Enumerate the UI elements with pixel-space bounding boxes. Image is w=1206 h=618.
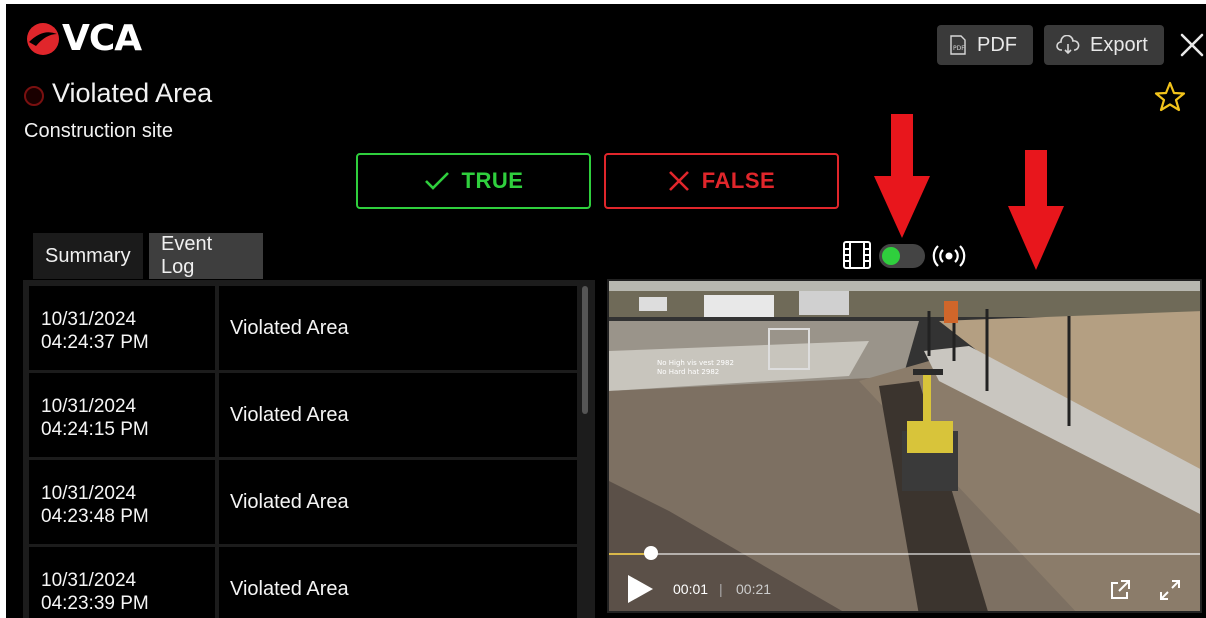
external-link-icon[interactable] (1109, 579, 1131, 601)
tab-summary[interactable]: Summary (33, 233, 143, 279)
event-detail-window: VCA PDF PDF Export Violated Area Constru… (6, 4, 1206, 618)
cloud-download-icon (1056, 35, 1080, 55)
event-date: 10/31/2024 (41, 396, 137, 417)
table-row[interactable]: 10/31/2024 04:24:37 PM Violated Area (29, 286, 577, 370)
table-row[interactable]: 10/31/2024 04:23:39 PM Violated Area (29, 547, 577, 618)
time-separator: | (719, 581, 723, 597)
red-arrow-icon (1008, 150, 1064, 270)
red-arrow-icon (874, 114, 930, 238)
star-icon[interactable] (1153, 80, 1187, 114)
false-button-label: FALSE (701, 168, 776, 193)
toggle-knob (882, 247, 900, 265)
svg-text:PDF: PDF (953, 45, 965, 52)
event-time: 04:23:48 PM (41, 506, 149, 527)
checkmark-icon (424, 172, 449, 190)
table-row[interactable]: 10/31/2024 04:23:48 PM Violated Area (29, 460, 577, 544)
event-name: Violated Area (219, 286, 577, 370)
event-name: Violated Area (219, 547, 577, 618)
pdf-button[interactable]: PDF PDF (937, 25, 1033, 65)
event-time: 04:24:15 PM (41, 419, 149, 440)
logo-text: VCA (62, 18, 142, 59)
event-name: Violated Area (219, 460, 577, 544)
overlay-line-1: No High vis vest 2982 (657, 359, 734, 367)
export-button-label: Export (1090, 33, 1148, 56)
true-button[interactable]: TRUE (356, 153, 591, 209)
true-button-label: TRUE (461, 168, 524, 193)
fullscreen-icon[interactable] (1159, 579, 1181, 601)
x-icon (668, 171, 689, 191)
video-player[interactable]: No High vis vest 2982 No Hard hat 2982 0… (607, 279, 1202, 613)
vca-logo: VCA (26, 18, 142, 59)
play-icon[interactable] (625, 573, 655, 605)
pdf-icon: PDF (950, 35, 966, 55)
event-log-scrollbar[interactable] (582, 286, 588, 414)
tab-event-log[interactable]: Event Log (149, 233, 263, 279)
logo-mark-icon (27, 23, 59, 55)
event-date: 10/31/2024 (41, 483, 137, 504)
event-log-list: 10/31/2024 04:24:37 PM Violated Area 10/… (23, 280, 595, 618)
video-progress-bar[interactable] (609, 553, 1200, 555)
pdf-button-label: PDF (977, 33, 1017, 56)
table-row[interactable]: 10/31/2024 04:24:15 PM Violated Area (29, 373, 577, 457)
event-name: Violated Area (219, 373, 577, 457)
event-date: 10/31/2024 (41, 570, 137, 591)
construction-site-video-frame (609, 281, 1200, 611)
detection-overlay-text: No High vis vest 2982 No Hard hat 2982 (657, 359, 734, 377)
event-location: Construction site (24, 120, 173, 142)
video-current-time: 00:01 (673, 581, 709, 597)
close-icon[interactable] (1179, 32, 1205, 58)
event-time: 04:24:37 PM (41, 332, 149, 353)
event-timestamp: 10/31/2024 04:23:48 PM (29, 460, 215, 544)
video-progress-handle[interactable] (643, 546, 658, 560)
video-total-time: 00:21 (736, 581, 772, 597)
event-date: 10/31/2024 (41, 309, 137, 330)
overlay-line-2: No Hard hat 2982 (657, 368, 720, 376)
film-icon[interactable] (841, 239, 873, 271)
status-indicator (24, 86, 44, 106)
event-time: 04:23:39 PM (41, 593, 149, 614)
false-button[interactable]: FALSE (604, 153, 839, 209)
broadcast-icon[interactable] (932, 241, 966, 271)
video-live-toggle[interactable] (879, 244, 925, 268)
event-timestamp: 10/31/2024 04:23:39 PM (29, 547, 215, 618)
export-button[interactable]: Export (1044, 25, 1164, 65)
event-title: Violated Area (52, 78, 213, 108)
event-timestamp: 10/31/2024 04:24:15 PM (29, 373, 215, 457)
event-timestamp: 10/31/2024 04:24:37 PM (29, 286, 215, 370)
